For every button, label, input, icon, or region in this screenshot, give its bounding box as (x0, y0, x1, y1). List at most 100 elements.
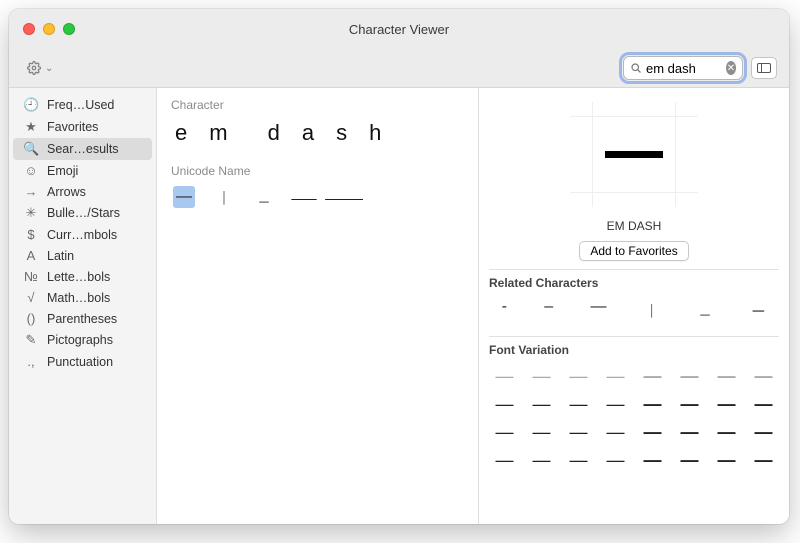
font-variation-char[interactable]: — (491, 367, 518, 385)
close-button[interactable] (23, 23, 35, 35)
sidebar-item-currency-symbols[interactable]: $Curr…mbols (13, 224, 152, 245)
font-variation-char[interactable]: — (602, 451, 629, 469)
font-variation-char[interactable]: — (639, 367, 666, 385)
font-variation-char[interactable]: — (528, 367, 555, 385)
font-variation-grid: — — — — — — — — — — — — — — — — — — — — — — — — — — — — — — — — (489, 363, 779, 473)
font-variation-char[interactable]: — (528, 423, 555, 441)
zoom-button[interactable] (63, 23, 75, 35)
font-variation-char[interactable]: — (750, 423, 777, 441)
sidebar-item-math-symbols[interactable]: √Math…bols (13, 287, 152, 308)
font-variation-char[interactable]: — (639, 423, 666, 441)
sidebar-item-arrows[interactable]: → Arrows (13, 181, 152, 202)
font-variation-char[interactable]: — (602, 395, 629, 413)
font-variation-char[interactable]: — (676, 395, 703, 413)
font-variation-char[interactable]: — (713, 423, 740, 441)
font-variation-char[interactable]: — (528, 395, 555, 413)
unicode-result-char[interactable]: — (173, 186, 195, 208)
font-variation-char[interactable]: — (713, 451, 740, 469)
panel-icon (757, 63, 771, 73)
character-heading: Character (171, 98, 464, 112)
font-variation-char[interactable]: — (565, 395, 592, 413)
sidebar-icon-arrows: → (23, 184, 39, 199)
sidebar: 🕘 Freq…Used ★Favorites🔍Sear…esults☺Emoji → A… (9, 88, 157, 524)
font-variation-section: Font Variation —————————————————————————… (489, 336, 779, 524)
character-viewer-window: Character Viewer ⌄ ✕ 🕘 Freq…Used ★Favorite… (9, 9, 789, 524)
sidebar-label: Pictographs (47, 333, 142, 347)
font-variation-char[interactable]: — (750, 367, 777, 385)
font-variation-char[interactable]: — (639, 451, 666, 469)
sidebar-label: Lette…bols (47, 270, 142, 284)
font-variation-char[interactable]: — (565, 451, 592, 469)
titlebar: Character Viewer (9, 9, 789, 49)
sidebar-item-favorites[interactable]: ★Favorites (13, 116, 152, 138)
unicode-result-char[interactable]: ︱ (213, 186, 235, 208)
character-name: EM DASH (607, 219, 662, 233)
related-char[interactable]: ‑ (502, 298, 507, 322)
sidebar-label: Latin (47, 249, 142, 263)
minimize-button[interactable] (43, 23, 55, 35)
sidebar-icon-punctuation: ., (23, 354, 39, 369)
sidebar-item-parentheses[interactable]: () Parentheses (13, 308, 152, 329)
sidebar-item-letterlike-symbols[interactable]: № Lette…bols (13, 266, 152, 287)
preview-grid (570, 102, 698, 207)
add-to-favorites-button[interactable]: Add to Favorites (579, 241, 688, 261)
results-pane: Character emdash Unicode Name —︱﹘⸺⸻ (157, 88, 479, 524)
unicode-result-char[interactable]: ⸺ (293, 186, 315, 208)
search-field[interactable]: ✕ (623, 56, 743, 80)
font-variation-char[interactable]: — (676, 367, 703, 385)
font-variation-char[interactable]: — (491, 395, 518, 413)
font-variation-char[interactable]: — (565, 423, 592, 441)
sidebar-item-emoji[interactable]: ☺Emoji (13, 160, 152, 181)
related-char[interactable]: ﹘ (697, 298, 713, 322)
related-char[interactable]: ― (590, 298, 606, 322)
clear-search-button[interactable]: ✕ (726, 61, 736, 75)
sidebar-label: Punctuation (47, 355, 142, 369)
sidebar-label: Arrows (47, 185, 142, 199)
search-input[interactable] (646, 61, 722, 76)
gear-menu[interactable]: ⌄ (21, 59, 59, 77)
font-variation-char[interactable]: — (713, 395, 740, 413)
sidebar-item-bullets-stars[interactable]: ✳Bulle…/Stars (13, 202, 152, 224)
char-letter[interactable]: e (175, 120, 187, 146)
toolbar-toggle-button[interactable] (751, 57, 777, 79)
font-variation-char[interactable]: — (602, 367, 629, 385)
sidebar-icon-frequently-used: 🕘 (23, 97, 39, 113)
char-letter[interactable]: d (268, 120, 280, 146)
font-variation-char[interactable]: — (676, 423, 703, 441)
font-variation-char[interactable]: — (602, 423, 629, 441)
char-letter[interactable]: m (209, 120, 227, 146)
unicode-result-char[interactable]: ﹘ (253, 186, 275, 208)
sidebar-item-pictographs[interactable]: ✎Pictographs (13, 329, 152, 351)
sidebar-item-punctuation[interactable]: ., Punctuation (13, 351, 152, 372)
sidebar-label: Sear…esults (47, 142, 142, 156)
char-letter[interactable]: h (369, 120, 381, 146)
sidebar-icon-letterlike-symbols: № (23, 269, 39, 284)
unicode-result-char[interactable]: ⸻ (333, 186, 355, 208)
related-char[interactable]: － (750, 298, 766, 322)
sidebar-label: Parentheses (47, 312, 142, 326)
font-variation-char[interactable]: — (750, 395, 777, 413)
font-variation-char[interactable]: — (639, 395, 666, 413)
font-variation-char[interactable]: — (491, 423, 518, 441)
sidebar-item-search-results[interactable]: 🔍Sear…esults (13, 138, 152, 160)
sidebar-label: Favorites (47, 120, 142, 134)
sidebar-icon-parentheses: () (23, 311, 39, 326)
sidebar-item-frequently-used[interactable]: 🕘 Freq…Used (13, 94, 152, 116)
related-char[interactable]: ︱ (644, 298, 660, 322)
sidebar-icon-latin: A (23, 248, 39, 263)
char-letter[interactable]: s (336, 120, 347, 146)
related-heading: Related Characters (489, 276, 779, 290)
font-variation-char[interactable]: — (750, 451, 777, 469)
font-variation-char[interactable]: — (713, 367, 740, 385)
related-char[interactable]: – (544, 298, 553, 322)
character-preview (570, 102, 698, 207)
sidebar-item-latin[interactable]: A Latin (13, 245, 152, 266)
sidebar-label: Freq…Used (47, 98, 142, 112)
window-title: Character Viewer (9, 22, 789, 37)
font-variation-char[interactable]: — (676, 451, 703, 469)
font-variation-char[interactable]: — (491, 451, 518, 469)
related-characters-section: Related Characters ‑ – ― ︱ ﹘ － (489, 269, 779, 328)
font-variation-char[interactable]: — (565, 367, 592, 385)
char-letter[interactable]: a (302, 120, 314, 146)
font-variation-char[interactable]: — (528, 451, 555, 469)
